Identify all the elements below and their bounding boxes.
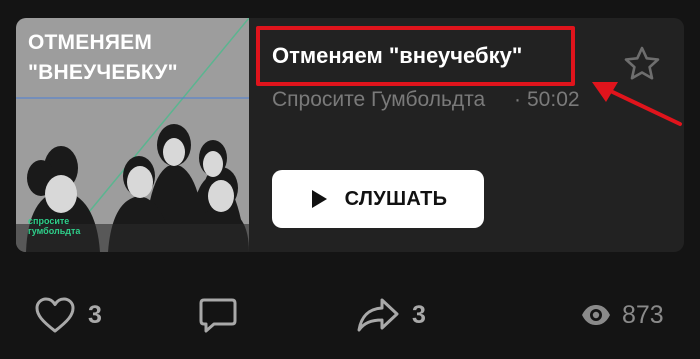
- star-icon[interactable]: [622, 44, 662, 84]
- meta-separator: ·: [514, 88, 521, 111]
- episode-title[interactable]: Отменяем "внеучебку": [272, 43, 522, 69]
- episode-author[interactable]: Спросите Гумбольдта: [272, 88, 506, 112]
- heart-icon: [35, 297, 75, 333]
- share-icon: [357, 298, 399, 332]
- episode-duration: 50:02: [527, 88, 580, 111]
- play-icon: [311, 190, 327, 208]
- likes-count: 3: [88, 300, 102, 329]
- comment-action[interactable]: [198, 290, 238, 340]
- episode-cover[interactable]: ОТМЕНЯЕМ "ВНЕУЧЕБКУ" спросите гумбольдта: [16, 18, 249, 252]
- eye-icon: [582, 305, 610, 325]
- cover-title: ОТМЕНЯЕМ "ВНЕУЧЕБКУ": [28, 31, 178, 84]
- views-counter: 873: [580, 290, 664, 340]
- episode-meta: Спросите Гумбольдта · 50:02: [272, 88, 607, 112]
- views-count: 873: [622, 300, 664, 329]
- cover-logo: спросите гумбольдта: [28, 216, 81, 236]
- shares-count: 3: [412, 300, 426, 329]
- share-action[interactable]: 3: [356, 290, 426, 340]
- listen-button[interactable]: СЛУШАТЬ: [272, 170, 484, 228]
- listen-button-label: СЛУШАТЬ: [344, 187, 448, 210]
- comment-icon: [199, 298, 237, 333]
- post-actions: 3 3 873: [0, 290, 700, 340]
- like-action[interactable]: 3: [34, 290, 102, 340]
